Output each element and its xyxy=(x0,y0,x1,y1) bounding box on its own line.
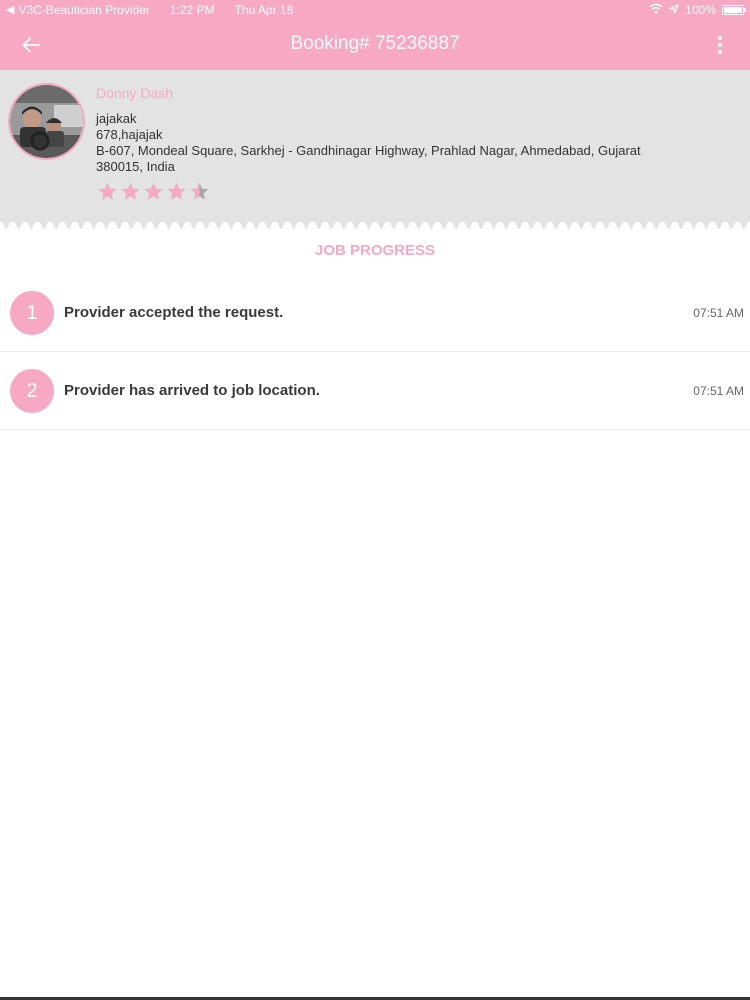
more-vertical-icon xyxy=(718,36,722,40)
star-icon xyxy=(98,182,117,200)
step-time: 07:51 AM xyxy=(693,306,744,320)
back-caret-icon[interactable]: ◀ xyxy=(6,0,14,20)
status-left: ◀ V3C-Beautician Provider 1:22 PM Thu Ap… xyxy=(6,0,293,20)
job-progress-title: JOB PROGRESS xyxy=(314,242,436,259)
more-options-button[interactable] xyxy=(710,33,730,57)
battery-icon xyxy=(722,5,746,15)
step-text: Provider accepted the request. xyxy=(64,304,284,321)
customer-profile: Donny Dash jajakak 678,hajajak B-607, Mo… xyxy=(0,70,750,222)
address-line: B-607, Mondeal Square, Sarkhej - Gandhin… xyxy=(96,143,641,158)
step-number-badge: 1 xyxy=(10,291,54,335)
step-text: Provider has arrived to job location. xyxy=(64,382,320,399)
customer-name: Donny Dash xyxy=(96,85,174,101)
wifi-icon xyxy=(649,0,663,20)
step-number-badge: 2 xyxy=(10,369,54,413)
job-progress-list: 1 Provider accepted the request. 07:51 A… xyxy=(0,274,750,430)
battery-percent: 100% xyxy=(685,3,716,17)
address-line: 380015, India xyxy=(96,159,175,174)
location-arrow-icon xyxy=(668,0,680,20)
status-right: 100% xyxy=(649,0,746,20)
status-bar: ◀ V3C-Beautician Provider 1:22 PM Thu Ap… xyxy=(0,0,750,20)
star-icon xyxy=(121,182,140,200)
customer-address: jajakak 678,hajajak B-607, Mondeal Squar… xyxy=(96,111,716,175)
status-date: Thu Apr 18 xyxy=(234,3,294,17)
progress-item: 1 Provider accepted the request. 07:51 A… xyxy=(0,274,750,352)
address-line: jajakak xyxy=(96,111,137,126)
booking-title: Booking# 75236887 xyxy=(290,33,460,54)
star-icon xyxy=(190,182,209,200)
avatar-photo xyxy=(10,85,83,158)
step-time: 07:51 AM xyxy=(693,384,744,398)
star-icon xyxy=(144,182,163,200)
address-line: 678,hajajak xyxy=(96,127,163,142)
progress-item: 2 Provider has arrived to job location. … xyxy=(0,352,750,430)
carrier-label: V3C-Beautician Provider xyxy=(18,3,150,17)
rating-stars xyxy=(97,181,210,202)
app-bar: Booking# 75236887 xyxy=(0,20,750,70)
avatar[interactable] xyxy=(8,83,85,160)
status-time: 1:22 PM xyxy=(169,3,215,17)
star-icon xyxy=(167,182,186,200)
zigzag-divider xyxy=(0,218,750,230)
